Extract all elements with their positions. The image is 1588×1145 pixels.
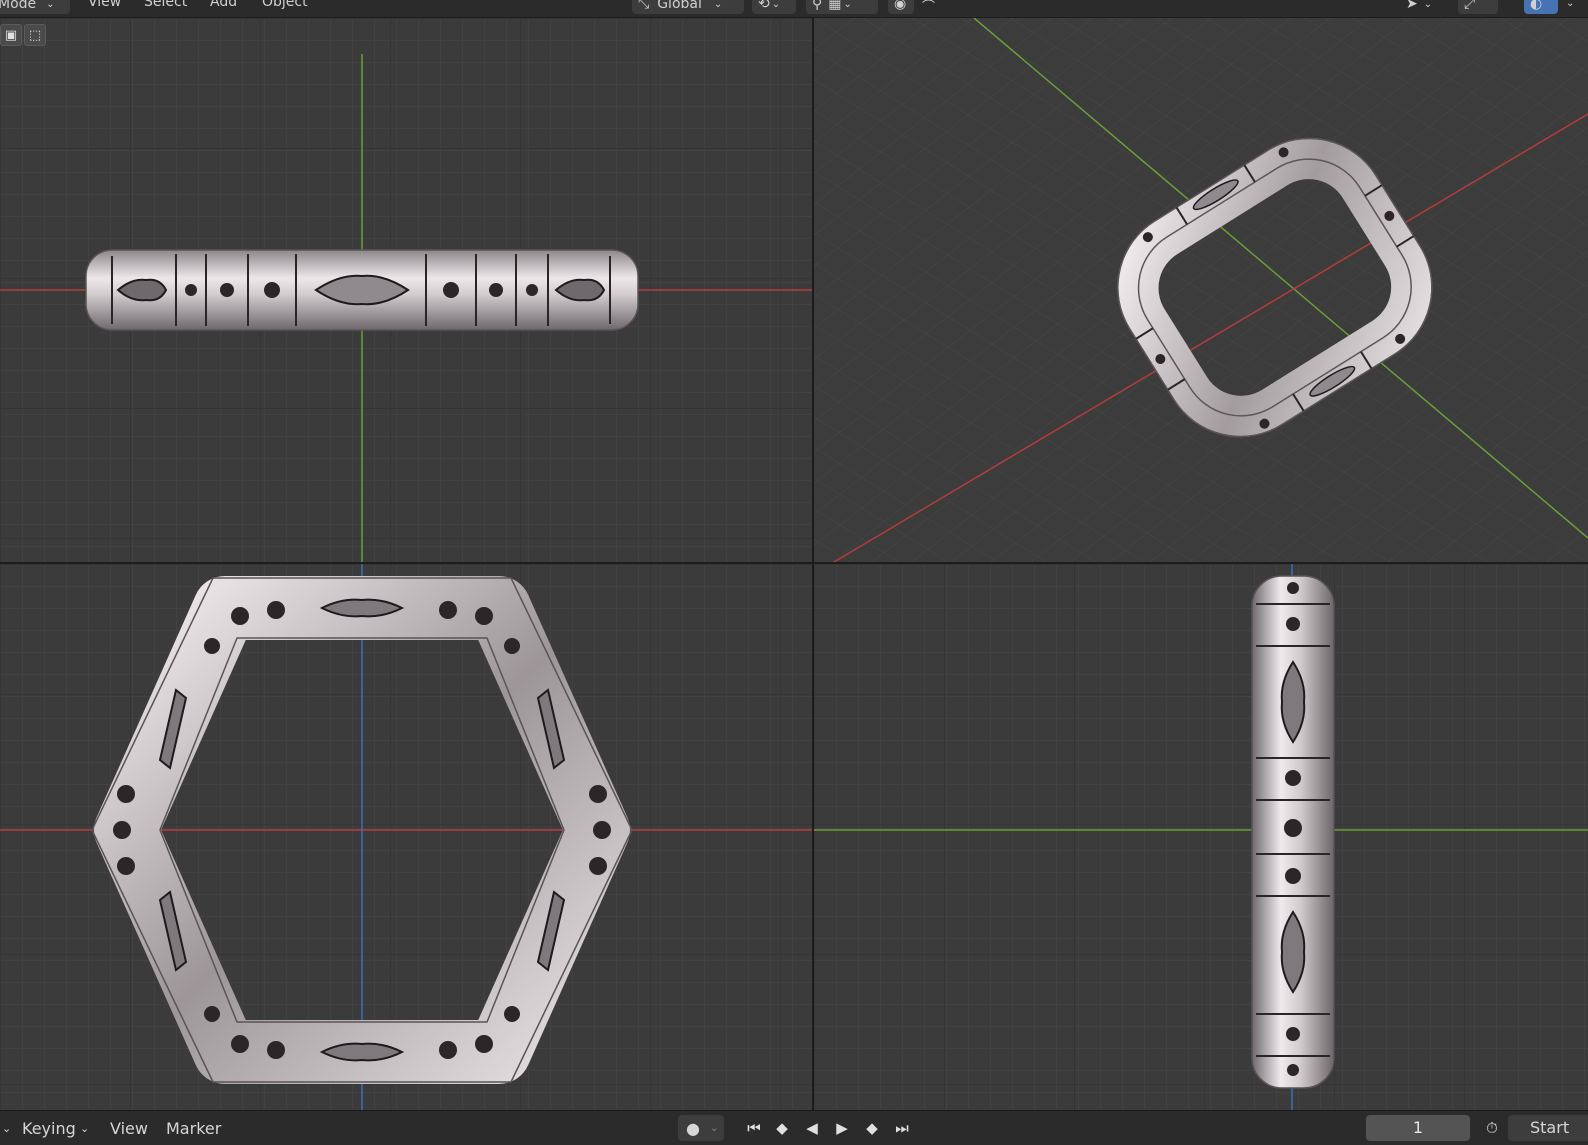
previous-keyframe-icon[interactable]: ◆	[770, 1115, 794, 1141]
transform-orientation-dropdown[interactable]: ⤡ Global ⌄	[632, 0, 744, 14]
record-icon: ●	[686, 1118, 700, 1138]
ring-front-model[interactable]	[85, 249, 639, 331]
jump-to-end-icon[interactable]: ⏭	[890, 1115, 914, 1141]
current-frame-field[interactable]: 1	[1366, 1115, 1470, 1141]
overlay-icon: ◐	[1530, 0, 1543, 12]
chevron-down-icon: ⌄	[1423, 0, 1433, 10]
menu-view[interactable]: View	[88, 0, 121, 10]
snap-icon: ⚲	[812, 0, 823, 12]
chevron-down-icon: ⌄	[771, 0, 781, 10]
ring-side-model[interactable]	[1251, 575, 1335, 1089]
menu-add[interactable]: Add	[210, 0, 237, 10]
chevron-down-icon: ⌄	[843, 0, 852, 10]
chevron-down-icon[interactable]: ⌄	[1566, 0, 1574, 9]
stopwatch-icon[interactable]: ⏱	[1480, 1115, 1504, 1141]
timeline-bar: ⌄ Keying ⌄ View Marker ● ⌄ ⏮ ◆ ◀ ▶ ◆ ⏭ 1…	[0, 1110, 1588, 1145]
next-keyframe-icon[interactable]: ◆	[860, 1115, 884, 1141]
perspective-view[interactable]	[814, 18, 1588, 562]
auto-keying-toggle[interactable]: ● ⌄	[678, 1115, 724, 1141]
view-menu[interactable]: View	[110, 1119, 148, 1138]
viewport-divider-vertical[interactable]	[812, 18, 814, 1110]
gizmo-icon: ⤢	[1464, 0, 1476, 12]
start-frame-field[interactable]: Start	[1508, 1115, 1588, 1141]
jump-to-start-icon[interactable]: ⏮	[742, 1115, 766, 1141]
chevron-down-icon: ⌄	[709, 1122, 719, 1134]
select-cursor-dropdown[interactable]: ➤ ⌄	[1400, 0, 1444, 14]
transform-orientation-icon: ⤡	[638, 0, 650, 12]
play-reverse-icon[interactable]: ◀	[800, 1115, 824, 1141]
mode-dropdown[interactable]: Mode ⌄	[0, 0, 70, 14]
chevron-down-icon[interactable]: ⌄	[2, 1122, 11, 1135]
marker-menu[interactable]: Marker	[166, 1119, 221, 1138]
chevron-down-icon: ⌄	[713, 0, 723, 10]
mode-label: Mode	[0, 0, 37, 12]
viewport-header: Mode ⌄ View Select Add Object ⤡ Global ⌄…	[0, 0, 1588, 18]
blender-window: Mode ⌄ View Select Add Object ⤡ Global ⌄…	[0, 0, 1588, 1145]
falloff-icon[interactable]: ⌒	[922, 0, 935, 15]
select-cursor-icon: ➤	[1406, 0, 1418, 12]
play-icon[interactable]: ▶	[830, 1115, 854, 1141]
proportional-edit-toggle[interactable]: ◉	[888, 0, 914, 14]
chevron-down-icon: ⌄	[46, 0, 55, 10]
front-view[interactable]: ▣ ⬚	[0, 18, 812, 562]
menu-object[interactable]: Object	[262, 0, 308, 10]
transform-orientation-label: Global	[657, 0, 702, 12]
snap-increment-icon: ▦	[828, 0, 842, 12]
menu-select[interactable]: Select	[144, 0, 187, 10]
chevron-down-icon: ⌄	[80, 1122, 90, 1135]
keying-menu[interactable]: Keying	[22, 1119, 76, 1138]
top-view[interactable]	[0, 564, 812, 1110]
proportional-edit-icon: ◉	[894, 0, 907, 12]
link-icon: ⟲	[758, 0, 770, 12]
viewport-divider-horizontal[interactable]	[0, 562, 1588, 564]
overlay-toggle[interactable]: ◐	[1524, 0, 1558, 14]
gizmo-toggle[interactable]: ⤢	[1458, 0, 1498, 14]
side-view[interactable]	[814, 564, 1588, 1110]
pivot-dropdown[interactable]: ⟲ ⌄	[752, 0, 796, 14]
start-label: Start	[1530, 1118, 1570, 1137]
snap-toggle[interactable]: ⚲ ▦ ⌄	[806, 0, 878, 14]
